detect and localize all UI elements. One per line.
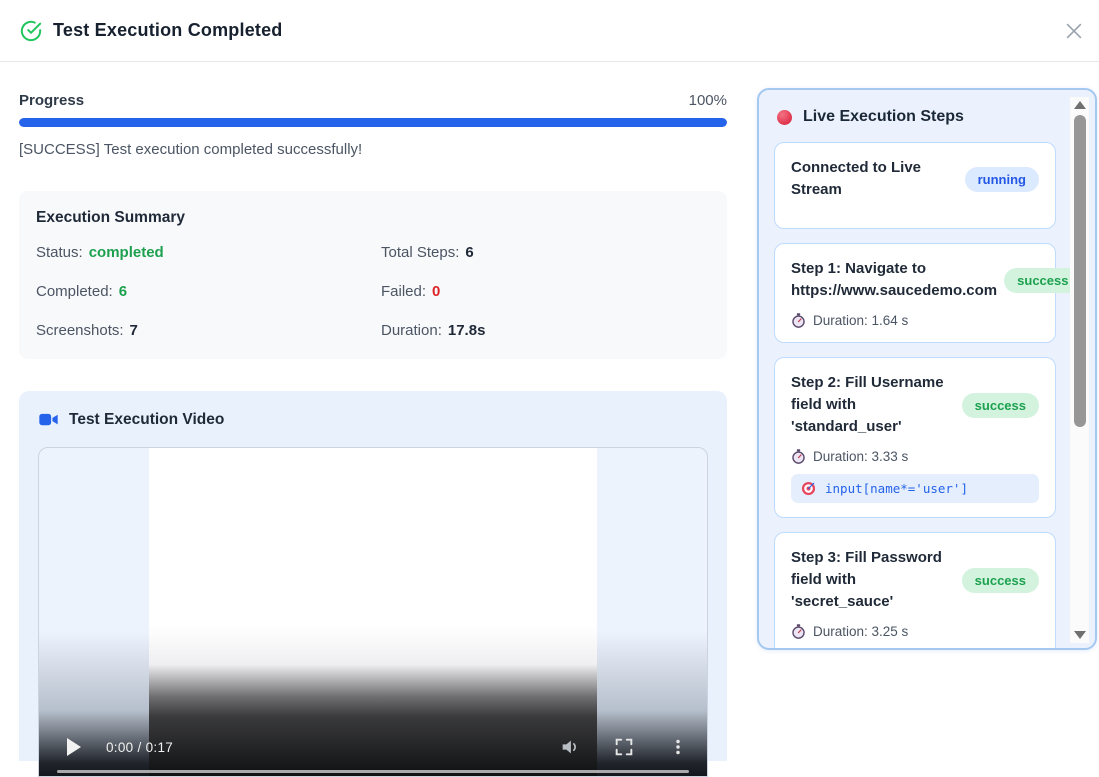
summary-title: Execution Summary [36, 209, 186, 226]
step-selector-text: input[name*='user'] [825, 481, 968, 496]
video-section: Test Execution Video 0:00 / 0:17 [19, 391, 727, 777]
summary-total-steps: Total Steps: 6 [381, 244, 474, 261]
progress-fill [19, 118, 727, 127]
step-duration-text: Duration: 3.33 s [813, 449, 909, 464]
step-card[interactable]: Step 1: Navigate to https://www.saucedem… [774, 243, 1082, 343]
panel-scrollbar[interactable] [1070, 97, 1089, 643]
step-status-badge: success [961, 567, 1039, 593]
modal-header: Test Execution Completed [0, 0, 1099, 62]
live-indicator-icon [777, 109, 792, 125]
step-card[interactable]: Connected to Live Stream running [774, 142, 1056, 229]
modal-title: Test Execution Completed [53, 20, 283, 40]
progress-label: Progress [19, 92, 85, 109]
steps-list: Connected to Live Stream running Step 1:… [774, 142, 1082, 650]
target-icon [801, 481, 816, 496]
scroll-up-arrow[interactable] [1070, 97, 1089, 113]
summary-duration: Duration: 17.8s [381, 322, 486, 339]
step-duration-text: Duration: 1.64 s [813, 313, 909, 328]
video-controls: 0:00 / 0:17 [39, 726, 707, 768]
step-title: Connected to Live Stream [791, 159, 922, 198]
video-camera-icon [39, 413, 58, 426]
video-title: Test Execution Video [69, 410, 225, 428]
step-duration-row: Duration: 3.25 s [791, 624, 1039, 639]
summary-failed: Failed: 0 [381, 283, 441, 300]
step-status-badge: running [964, 166, 1039, 192]
stopwatch-icon [792, 624, 805, 639]
stopwatch-icon [792, 313, 805, 328]
progress-bar [19, 118, 727, 127]
scrollbar-thumb[interactable] [1073, 115, 1086, 427]
step-selector-row: input[type='password'] [791, 649, 1039, 650]
step-title: Step 1: Navigate to https://www.saucedem… [791, 260, 998, 299]
progress-percent: 100% [688, 92, 727, 109]
step-title: Step 2: Fill Username field with 'standa… [791, 374, 944, 435]
status-message: [SUCCESS] Test execution completed succe… [19, 141, 363, 158]
summary-status: Status: completed [36, 244, 164, 261]
live-execution-panel: Live Execution Steps Connected to Live S… [757, 88, 1097, 650]
step-duration-row: Duration: 3.33 s [791, 449, 1039, 464]
stopwatch-icon [792, 449, 805, 464]
step-card[interactable]: Step 2: Fill Username field with 'standa… [774, 357, 1056, 518]
play-button[interactable] [67, 738, 81, 756]
scroll-down-arrow[interactable] [1070, 627, 1089, 643]
summary-screenshots: Screenshots: 7 [36, 322, 138, 339]
step-card[interactable]: Step 3: Fill Password field with 'secret… [774, 532, 1056, 650]
summary-grid: Status: completed Total Steps: 6 Completed… [36, 244, 710, 339]
step-title: Step 3: Fill Password field with 'secret… [791, 549, 942, 610]
volume-icon[interactable] [559, 736, 581, 758]
more-options-icon[interactable] [667, 736, 689, 758]
execution-summary-card: Execution Summary Status: completed Total… [19, 191, 727, 359]
fullscreen-icon[interactable] [613, 736, 635, 758]
close-icon[interactable] [1063, 20, 1085, 42]
step-status-badge: success [961, 392, 1039, 418]
video-seek-bar[interactable] [57, 770, 689, 773]
check-circle-icon [20, 20, 42, 41]
step-duration-row: Duration: 1.64 s [791, 313, 1039, 328]
live-panel-title: Live Execution Steps [803, 108, 964, 125]
video-player[interactable]: 0:00 / 0:17 [38, 447, 708, 777]
step-duration-text: Duration: 3.25 s [813, 624, 909, 639]
step-selector-row: input[name*='user'] [791, 474, 1039, 503]
summary-completed: Completed: 6 [36, 283, 128, 300]
main-content: Progress 100% [SUCCESS] Test execution c… [19, 62, 727, 777]
video-time: 0:00 / 0:17 [106, 739, 174, 755]
